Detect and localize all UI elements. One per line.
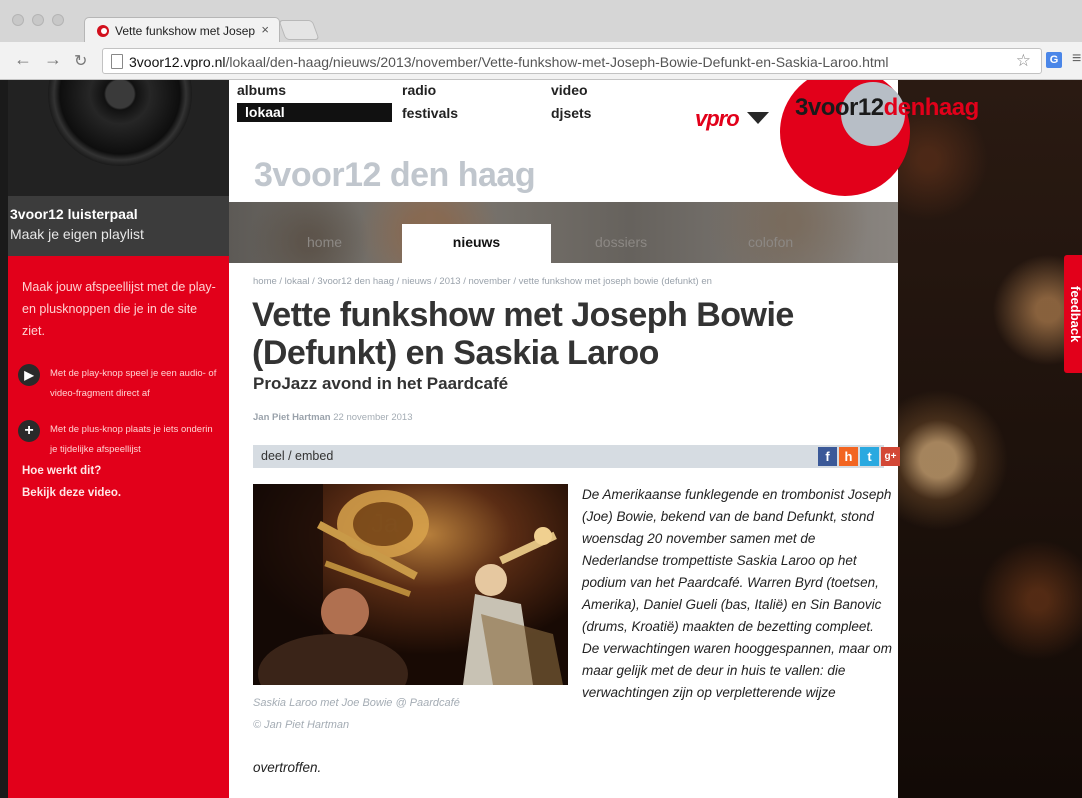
close-window-icon[interactable]	[12, 14, 24, 26]
photo-caption-credit: © Jan Piet Hartman	[253, 719, 350, 731]
photo-caption: Saskia Laroo met Joe Bowie @ Paardcafé ©…	[253, 692, 460, 736]
new-tab-button[interactable]	[278, 20, 320, 40]
nav-lokaal[interactable]: lokaal	[237, 103, 392, 122]
nav-djsets[interactable]: djsets	[551, 105, 591, 121]
photo-caption-title: Saskia Laroo met Joe Bowie @ Paardcafé	[253, 697, 460, 709]
article-byline: Jan Piet Hartman 22 november 2013	[253, 412, 413, 423]
url-text[interactable]: 3voor12.vpro.nl/lokaal/den-haag/nieuws/2…	[129, 54, 889, 70]
back-icon[interactable]: ←	[14, 49, 32, 70]
luisterpaal-header[interactable]: 3voor12 luisterpaal Maak je eigen playli…	[8, 196, 229, 256]
feedback-tab[interactable]: feedback	[1064, 255, 1082, 373]
tab-home[interactable]: home	[307, 234, 342, 250]
luisterpaal-intro: Maak jouw afspeellijst met de play- en p…	[22, 280, 216, 338]
twitter-icon[interactable]: t	[860, 447, 879, 466]
nav-festivals[interactable]: festivals	[402, 105, 458, 121]
3voor12-logo[interactable]: 3voor12denhaag	[795, 94, 979, 122]
nav-video[interactable]: video	[551, 82, 588, 98]
tab-close-icon[interactable]: ×	[261, 22, 269, 37]
translate-icon[interactable]: G	[1046, 52, 1062, 68]
logo-brand: 3voor12	[795, 94, 884, 121]
speaker-image	[8, 80, 229, 196]
luisterpaal-sidebar: 3voor12 luisterpaal Maak je eigen playli…	[8, 80, 229, 798]
plus-icon: +	[18, 420, 40, 442]
main-content: albums lokaal radio festivals video djse…	[229, 80, 979, 798]
menu-icon[interactable]: ≡	[1072, 50, 1081, 68]
play-icon: ▶	[18, 364, 40, 386]
favicon-icon	[97, 25, 109, 37]
vpro-logo[interactable]: vpro	[695, 106, 740, 132]
play-help-item: ▶ Met de play-knop speel je een audio- o…	[18, 364, 221, 404]
article-subheadline: ProJazz avond in het Paardcafé	[253, 374, 509, 393]
luisterpaal-subtitle: Maak je eigen playlist	[10, 226, 144, 242]
page-icon	[111, 54, 123, 69]
article-headline: Vette funkshow met Joseph Bowie (Defunkt…	[252, 296, 794, 372]
luisterpaal-body: Maak jouw afspeellijst met de play- en p…	[8, 256, 229, 798]
article-photo[interactable]: Ja	[253, 484, 568, 685]
nav-albums[interactable]: albums	[237, 82, 286, 98]
address-bar[interactable]: 3voor12.vpro.nl/lokaal/den-haag/nieuws/2…	[102, 48, 1042, 74]
site-title[interactable]: 3voor12 den haag	[254, 156, 536, 195]
speaker-icon	[48, 80, 192, 166]
star-icon[interactable]: ☆	[1016, 51, 1031, 71]
concert-photo-illustration: Ja	[253, 484, 568, 685]
share-embed-label[interactable]: deel / embed	[261, 449, 333, 463]
header-photo-band	[229, 202, 898, 263]
googleplus-icon[interactable]: g+	[881, 447, 900, 466]
luisterpaal-title: 3voor12 luisterpaal	[10, 206, 138, 222]
reload-icon[interactable]: ↻	[74, 51, 87, 71]
article-lead-tail: overtroffen.	[253, 760, 322, 775]
nav-radio[interactable]: radio	[402, 82, 436, 98]
tab-dossiers[interactable]: dossiers	[595, 234, 647, 250]
browser-tab[interactable]: Vette funkshow met Joseph ×	[84, 17, 280, 43]
share-bar: deel / embed f h t g+	[253, 445, 900, 468]
breadcrumb[interactable]: home / lokaal / 3voor12 den haag / nieuw…	[253, 276, 712, 287]
zoom-window-icon[interactable]	[52, 14, 64, 26]
article-date: 22 november 2013	[333, 412, 413, 423]
background-image	[898, 80, 1082, 798]
how-it-works-link[interactable]: Hoe werkt dit?	[22, 460, 221, 482]
browser-tab-bar: Vette funkshow met Joseph ×	[0, 0, 1082, 43]
author-name[interactable]: Jan Piet Hartman	[253, 412, 331, 423]
minimize-window-icon[interactable]	[32, 14, 44, 26]
tab-colofon[interactable]: colofon	[748, 234, 793, 250]
play-help-text: Met de play-knop speel je een audio- of …	[50, 368, 217, 399]
tab-nieuws[interactable]: nieuws	[402, 224, 551, 263]
browser-toolbar: ← → ↻ 3voor12.vpro.nl/lokaal/den-haag/ni…	[0, 42, 1082, 80]
article-lead: De Amerikaanse funklegende en trombonist…	[582, 487, 892, 700]
plus-help-text: Met de plus-knop plaats je iets onderin …	[50, 424, 213, 455]
hyves-icon[interactable]: h	[839, 447, 858, 466]
tab-title: Vette funkshow met Joseph	[115, 24, 255, 38]
facebook-icon[interactable]: f	[818, 447, 837, 466]
forward-icon[interactable]: →	[44, 49, 62, 70]
plus-help-item: + Met de plus-knop plaats je iets onderi…	[18, 420, 221, 460]
watch-video-link[interactable]: Bekijk deze video.	[22, 482, 221, 504]
logo-city: denhaag	[883, 94, 980, 121]
web-page: feedback 3voor12 luisterpaal Maak je eig…	[0, 80, 1082, 798]
